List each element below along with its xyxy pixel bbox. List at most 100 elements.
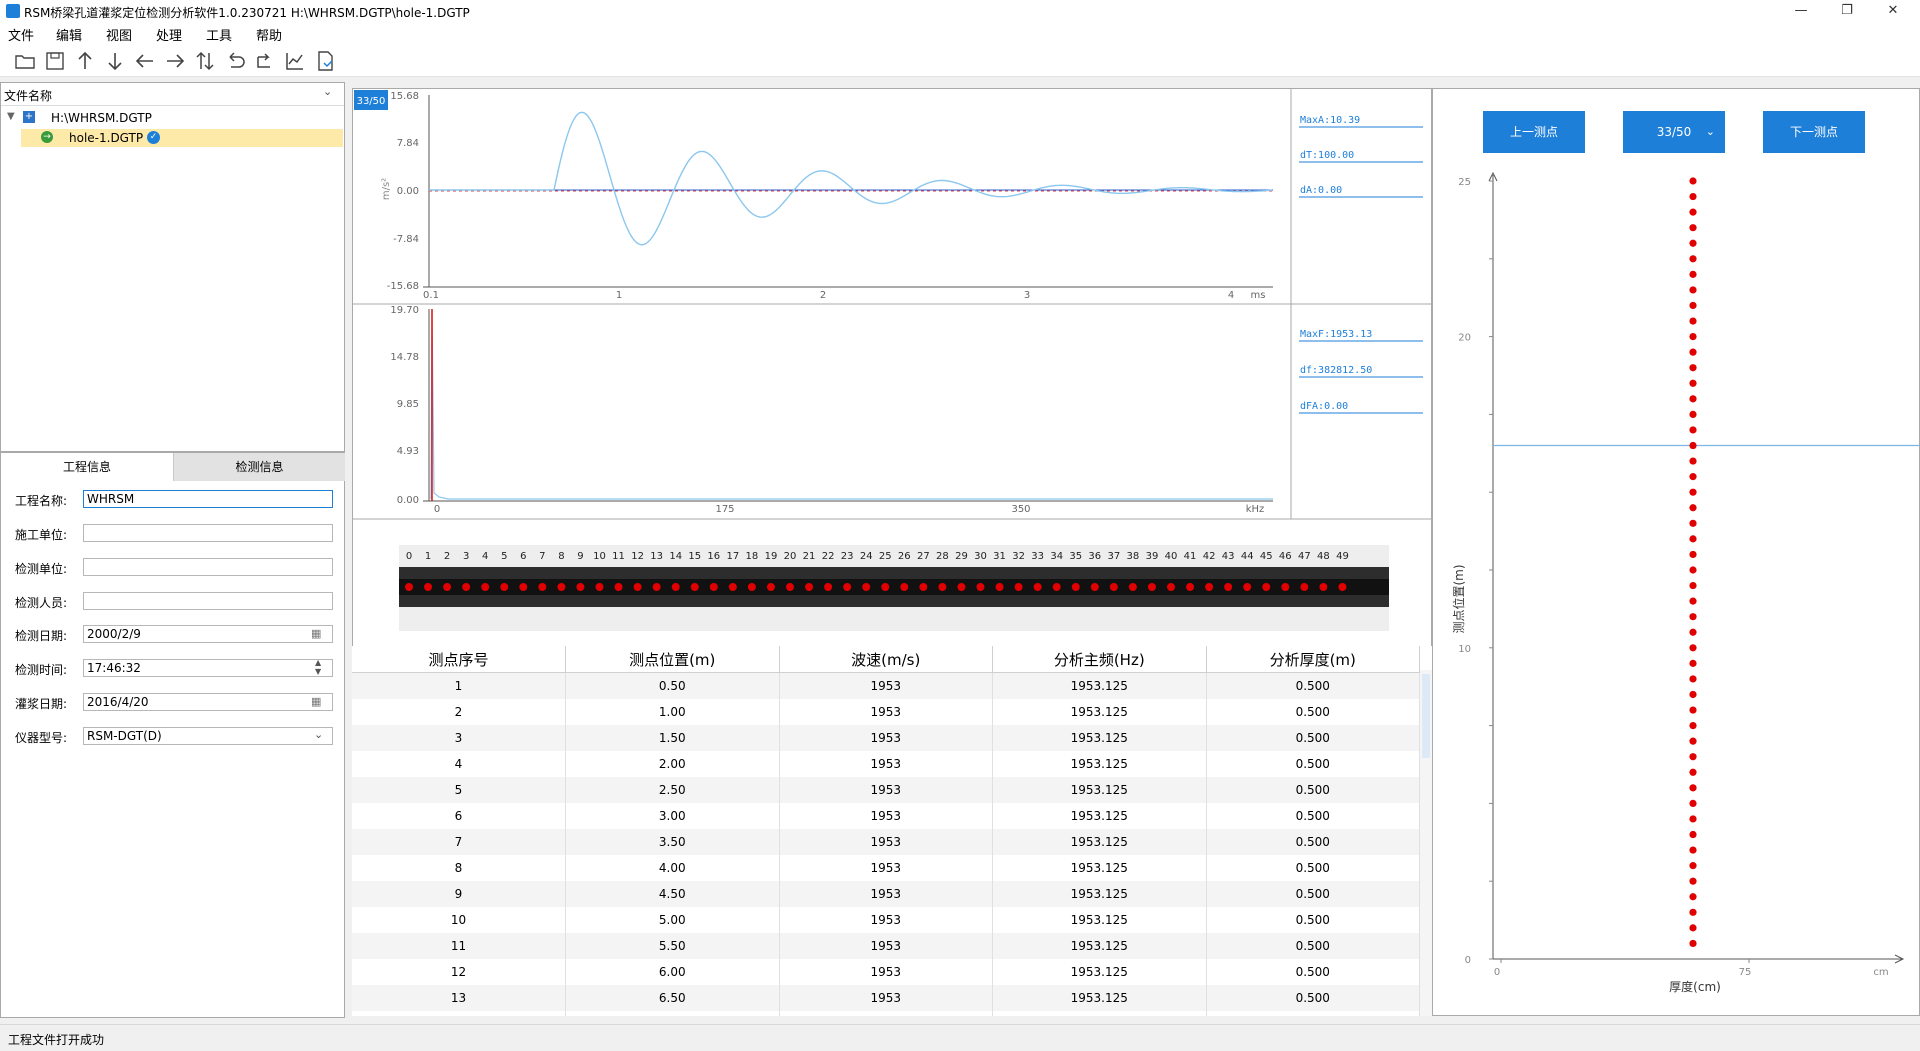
- swap-vertical-icon[interactable]: [194, 50, 216, 72]
- arrow-right-icon[interactable]: [164, 50, 186, 72]
- strip-dot[interactable]: [1281, 583, 1290, 591]
- menu-tools[interactable]: 工具: [206, 25, 232, 44]
- expand-icon[interactable]: ▼: [7, 111, 15, 122]
- tab-detection-info[interactable]: 检测信息: [173, 453, 345, 481]
- col-wave-speed[interactable]: 波速(m/s): [779, 646, 993, 673]
- strip-dot[interactable]: [1167, 583, 1175, 591]
- strip-dot[interactable]: [633, 583, 642, 591]
- strip-dot[interactable]: [557, 583, 566, 591]
- table-row[interactable]: 11 5.50 1953 1953.125 0.500: [352, 933, 1420, 959]
- chevron-down-icon[interactable]: ⌄: [323, 85, 332, 98]
- menu-file[interactable]: 文件: [8, 25, 34, 44]
- strip-dot[interactable]: [481, 583, 490, 591]
- strip-dot[interactable]: [881, 583, 890, 591]
- strip-dot[interactable]: [1205, 583, 1214, 591]
- calendar-icon[interactable]: ▦: [311, 627, 321, 640]
- tree-node-hole[interactable]: → hole-1.DGTP ✓: [21, 129, 343, 147]
- strip-dot[interactable]: [1014, 583, 1023, 591]
- strip-dot[interactable]: [919, 583, 928, 591]
- inspection-date-input[interactable]: 2000/2/9: [83, 625, 333, 643]
- strip-dot[interactable]: [1243, 583, 1252, 591]
- project-name-input[interactable]: WHRSM: [83, 490, 333, 508]
- calendar-icon[interactable]: ▦: [311, 695, 321, 708]
- strip-dot[interactable]: [1262, 583, 1271, 591]
- table-row[interactable]: 6 3.00 1953 1953.125 0.500: [352, 803, 1420, 829]
- strip-dot[interactable]: [1033, 583, 1042, 591]
- point-select[interactable]: 33/50 ⌄: [1623, 111, 1725, 153]
- inspector-input[interactable]: [83, 592, 333, 610]
- minimize-button[interactable]: —: [1778, 0, 1824, 22]
- close-button[interactable]: ✕: [1870, 0, 1916, 22]
- menu-view[interactable]: 视图: [106, 25, 132, 44]
- point-strip[interactable]: 0 1 2 3 4 5 6 7 8 9 10 11 12 13 14 15 16 17 18 19 20 21 22 23 24…: [399, 545, 1389, 631]
- spinner-icon[interactable]: ▲ ▼: [315, 658, 321, 676]
- col-main-frequency[interactable]: 分析主频(Hz): [992, 646, 1207, 673]
- strip-dot[interactable]: [709, 583, 718, 591]
- table-row[interactable]: 5 2.50 1953 1953.125 0.500: [352, 777, 1420, 803]
- strip-dot[interactable]: [824, 583, 833, 591]
- strip-dot[interactable]: [1090, 583, 1099, 591]
- redo-icon[interactable]: [254, 50, 276, 72]
- strip-dot[interactable]: [652, 583, 661, 591]
- strip-dot[interactable]: [614, 583, 623, 591]
- strip-dot[interactable]: [538, 583, 547, 591]
- strip-dot[interactable]: [747, 583, 756, 591]
- strip-dot[interactable]: [900, 583, 909, 591]
- strip-dot[interactable]: [1319, 583, 1328, 591]
- grouting-date-input[interactable]: 2016/4/20: [83, 693, 333, 711]
- strip-dot[interactable]: [500, 583, 509, 591]
- col-thickness[interactable]: 分析厚度(m): [1206, 646, 1420, 673]
- strip-dot[interactable]: [424, 583, 433, 591]
- arrow-down-icon[interactable]: [104, 50, 126, 72]
- strip-dot[interactable]: [1128, 583, 1137, 591]
- tab-project-info[interactable]: 工程信息: [1, 453, 173, 482]
- strip-dot[interactable]: [995, 583, 1004, 591]
- menu-edit[interactable]: 编辑: [56, 25, 82, 44]
- strip-dot[interactable]: [938, 583, 947, 591]
- table-row[interactable]: 8 4.00 1953 1953.125 0.500: [352, 855, 1420, 881]
- strip-dot[interactable]: [519, 583, 528, 591]
- tree-node-root[interactable]: ▼ + H:\WHRSM.DGTP: [5, 109, 344, 127]
- arrow-up-icon[interactable]: [74, 50, 96, 72]
- strip-dot[interactable]: [690, 583, 699, 591]
- export-icon[interactable]: [314, 50, 336, 72]
- strip-dot[interactable]: [862, 583, 871, 591]
- table-row[interactable]: 147.0019531953.1250.500: [352, 1011, 1420, 1016]
- chevron-down-icon[interactable]: ⌄: [314, 728, 323, 741]
- chart-line-icon[interactable]: [284, 50, 306, 72]
- open-folder-icon[interactable]: [14, 50, 36, 72]
- strip-dot[interactable]: [1300, 583, 1309, 591]
- save-icon[interactable]: [44, 50, 66, 72]
- table-row[interactable]: 9 4.50 1953 1953.125 0.500: [352, 881, 1420, 907]
- strip-dot[interactable]: [443, 583, 452, 591]
- strip-dot[interactable]: [462, 583, 471, 591]
- col-point-position[interactable]: 测点位置(m): [565, 646, 780, 673]
- strip-dot[interactable]: [766, 583, 775, 591]
- scrollbar-thumb[interactable]: [1422, 674, 1430, 758]
- instrument-model-select[interactable]: RSM-DGT(D): [83, 727, 333, 745]
- strip-dot[interactable]: [786, 583, 794, 591]
- table-scrollbar[interactable]: [1420, 670, 1432, 1016]
- table-row[interactable]: 7 3.50 1953 1953.125 0.500: [352, 829, 1420, 855]
- strip-dot[interactable]: [595, 583, 604, 591]
- menu-help[interactable]: 帮助: [256, 25, 282, 44]
- strip-dot[interactable]: [805, 583, 814, 591]
- table-row[interactable]: 2 1.00 1953 1953.125 0.500: [352, 699, 1420, 725]
- inspection-time-input[interactable]: 17:46:32: [83, 659, 333, 677]
- strip-dot[interactable]: [957, 583, 966, 591]
- strip-dot[interactable]: [671, 583, 680, 591]
- strip-dot[interactable]: [1224, 583, 1233, 591]
- strip-dot[interactable]: [1071, 583, 1080, 591]
- table-row[interactable]: 4 2.00 1953 1953.125 0.500: [352, 751, 1420, 777]
- col-point-index[interactable]: 测点序号: [352, 646, 566, 673]
- arrow-left-icon[interactable]: [134, 50, 156, 72]
- next-point-button[interactable]: 下一测点: [1763, 111, 1865, 153]
- strip-dot[interactable]: [728, 583, 737, 591]
- construction-unit-input[interactable]: [83, 524, 333, 542]
- table-row[interactable]: 3 1.50 1953 1953.125 0.500: [352, 725, 1420, 751]
- strip-dot[interactable]: [1109, 583, 1118, 591]
- strip-dot[interactable]: [976, 583, 985, 591]
- strip-dot[interactable]: [405, 583, 413, 591]
- prev-point-button[interactable]: 上一测点: [1483, 111, 1585, 153]
- table-row[interactable]: 1 0.50 1953 1953.125 0.500: [352, 672, 1420, 699]
